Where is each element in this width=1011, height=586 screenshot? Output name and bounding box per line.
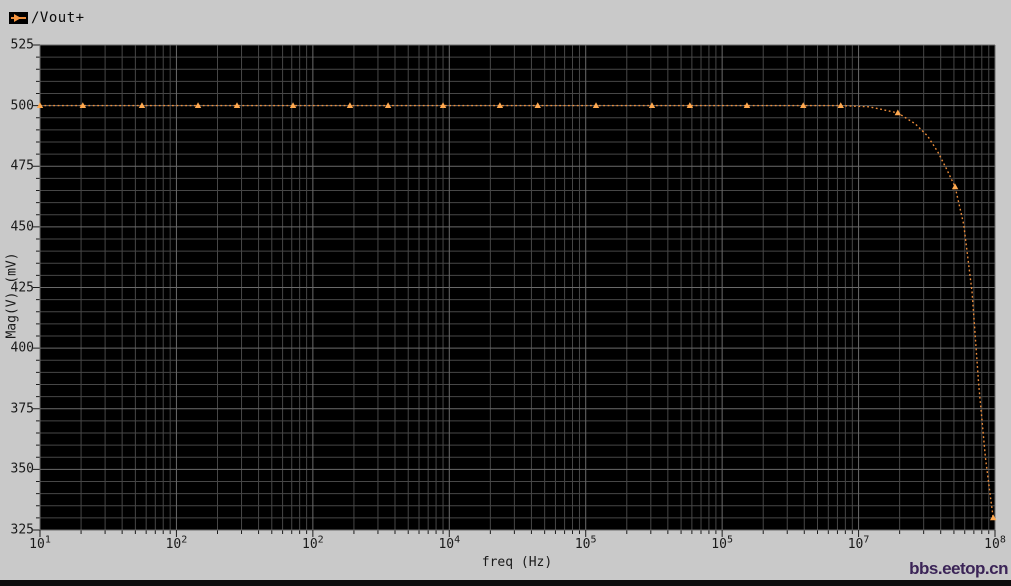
plot-area[interactable] [0, 0, 1011, 586]
y-tick-label: 425 [10, 280, 34, 295]
trace-name: /Vout+ [31, 10, 85, 26]
x-tick-label: 105 [711, 534, 733, 552]
y-tick-label: 375 [10, 401, 34, 417]
y-tick-label: 400 [10, 340, 34, 356]
y-tick-label: 350 [10, 461, 34, 477]
bottom-border-bar [0, 580, 1011, 586]
y-tick-label: 525 [10, 37, 34, 53]
x-tick-label: 105 [574, 534, 597, 552]
trace-legend-item[interactable]: /Vout+ [9, 10, 85, 26]
y-tick-label: 450 [10, 219, 34, 235]
x-tick-label: 102 [165, 534, 188, 552]
y-tick-label: 500 [10, 98, 34, 114]
x-axis-title: freq (Hz) [481, 555, 553, 570]
waveform-viewer-window: /Vout+ Mag(V) (mV) freq (Hz) 101 102 102 10… [0, 0, 1011, 586]
x-tick-label: 104 [438, 534, 461, 552]
x-tick-label: 108 [984, 534, 1006, 552]
y-tick-label: 325 [10, 522, 34, 538]
x-tick-label: 101 [29, 534, 51, 552]
x-tick-label: 102 [302, 534, 324, 552]
trace-marker-icon [9, 12, 28, 24]
watermark: bbs.eetop.cn [909, 559, 1008, 578]
y-tick-label: 475 [10, 158, 34, 174]
x-tick-label: 107 [847, 534, 870, 552]
